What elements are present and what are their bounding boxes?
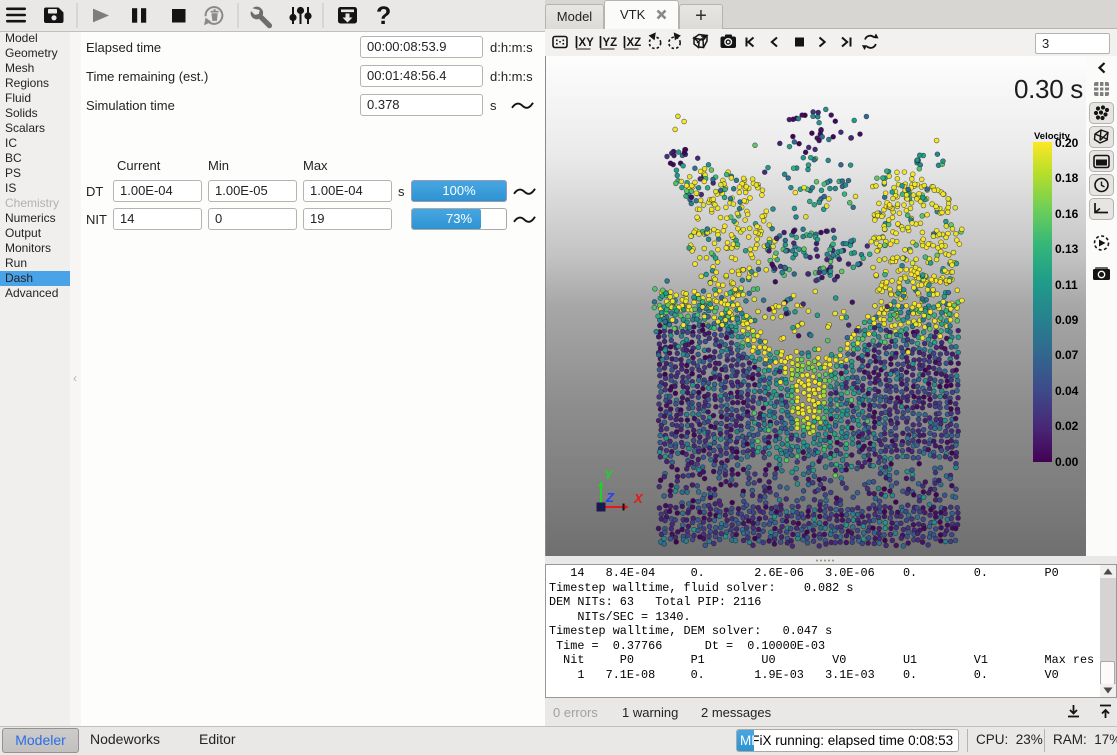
svg-text:Z: Z [605,490,615,505]
svg-text:?: ? [376,2,391,30]
svg-text:Y: Y [604,467,614,482]
svg-text:YZ: YZ [603,37,618,49]
svg-text:X: X [633,491,644,506]
svg-text:XZ: XZ [627,37,642,49]
svg-text:XY: XY [579,37,595,49]
